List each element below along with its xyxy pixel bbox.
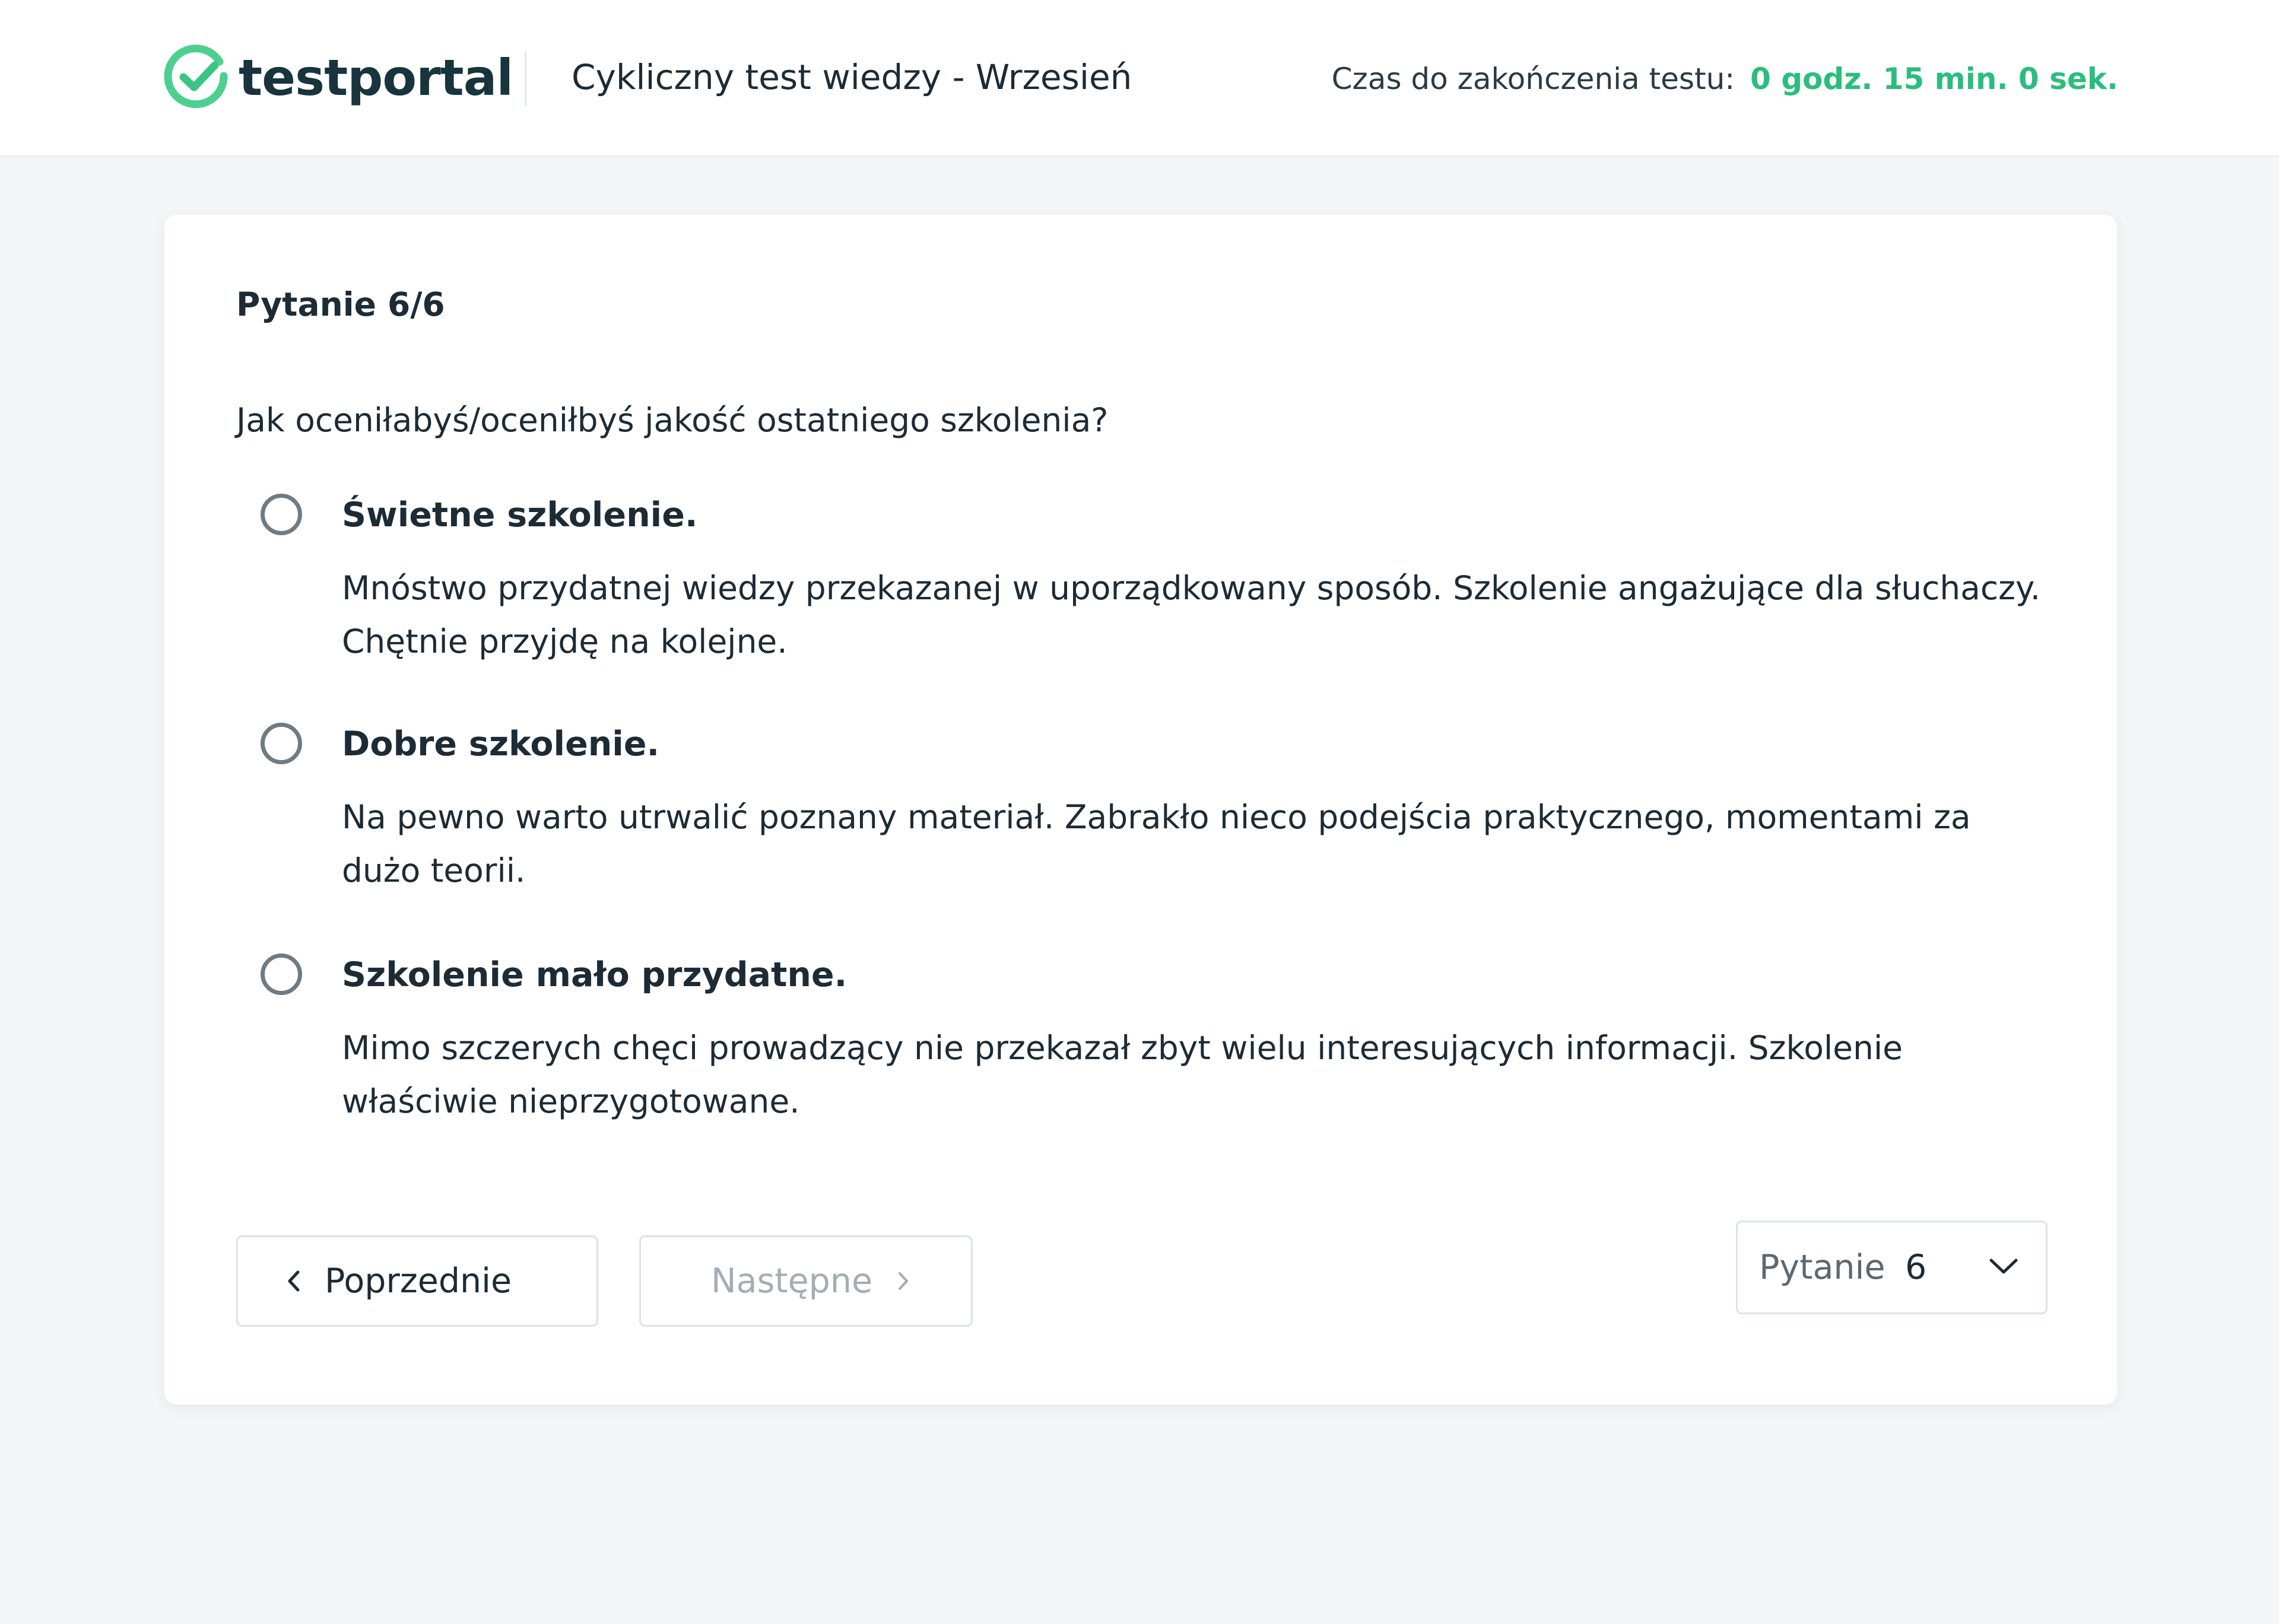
question-select-label: Pytanie [1759,1248,1886,1287]
next-button[interactable]: Następne [639,1235,973,1327]
answer-title[interactable]: Dobre szkolenie. [342,723,659,765]
answer-radio[interactable] [261,954,302,995]
top-bar: testportal Cykliczny test wiedzy - Wrzes… [0,0,2279,157]
chevron-down-icon[interactable] [1987,1256,2020,1277]
chevron-right-icon [899,1272,909,1290]
answer-radio[interactable] [261,723,302,764]
previous-button[interactable]: Poprzednie [236,1235,598,1327]
timer-value: 0 godz. 15 min. 0 sek. [1750,62,2118,96]
test-timer: Czas do zakończenia testu: 0 godz. 15 mi… [1332,59,2118,98]
question-number: Pytanie 6/6 [236,285,445,323]
testportal-logo: testportal [163,43,513,113]
question-text: Jak oceniłabyś/oceniłbyś jakość ostatnie… [236,401,1109,439]
previous-button-label[interactable]: Poprzednie [325,1260,512,1302]
answer-title[interactable]: Szkolenie mało przydatne. [342,954,847,996]
question-select[interactable]: Pytanie 6 [1736,1221,2048,1314]
answer-radio[interactable] [261,494,302,535]
question-select-value[interactable]: 6 [1905,1246,1926,1289]
chevron-left-icon [288,1270,300,1292]
checkmark-circle-icon [164,45,228,109]
question-card: Pytanie 6/6 Jak oceniłabyś/oceniłbyś jak… [164,215,2117,1404]
test-title: Cykliczny test wiedzy - Wrzesień [572,57,1132,97]
answer-description[interactable]: Mimo szczerych chęci prowadzący nie prze… [342,1021,2051,1128]
header-divider [525,51,526,106]
timer-label: Czas do zakończenia testu: [1331,62,1735,96]
next-button-label[interactable]: Następne [711,1260,872,1302]
logo-text: testportal [239,49,513,107]
answer-description[interactable]: Na pewno warto utrwalić poznany materiał… [342,790,2051,897]
answer-description[interactable]: Mnóstwo przydatnej wiedzy przekazanej w … [342,561,2051,668]
answer-title[interactable]: Świetne szkolenie. [342,494,698,536]
